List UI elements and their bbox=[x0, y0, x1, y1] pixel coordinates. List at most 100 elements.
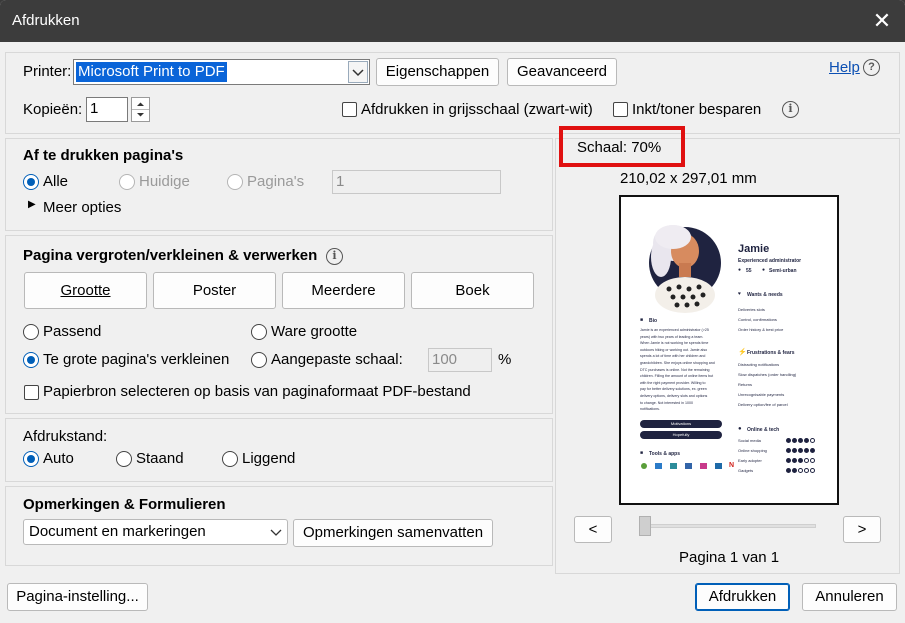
orientation-landscape-radio[interactable] bbox=[222, 451, 238, 467]
actual-size-label: Ware grootte bbox=[271, 323, 358, 340]
rating-label: Social media bbox=[738, 438, 761, 443]
poster-button[interactable]: Poster bbox=[153, 272, 276, 309]
fit-radio[interactable] bbox=[23, 324, 39, 340]
bio-line: grandchildren. She enjoys online shoppin… bbox=[640, 360, 715, 365]
motivations-pill: Motivations bbox=[640, 420, 722, 428]
pages-range-input[interactable]: 1 bbox=[332, 170, 501, 194]
rating-dot bbox=[810, 458, 815, 463]
chevron-down-icon[interactable] bbox=[348, 61, 368, 83]
app-icon bbox=[641, 463, 647, 469]
globe-icon: ● bbox=[738, 426, 742, 432]
bio-line: children. Filling the amount of online i… bbox=[640, 374, 714, 379]
bio-icon: ■ bbox=[640, 317, 644, 323]
rating-dot bbox=[786, 458, 791, 463]
persona-role: Experienced administrator bbox=[738, 258, 802, 264]
rating-dot bbox=[804, 458, 809, 463]
pages-current-label: Huidige bbox=[139, 173, 190, 190]
sizing-heading: Pagina vergroten/verkleinen & verwerken bbox=[23, 247, 318, 264]
rating-row: Gadgets bbox=[738, 467, 833, 477]
rating-dot bbox=[810, 468, 815, 473]
properties-button[interactable]: Eigenschappen bbox=[376, 58, 499, 86]
app-icon bbox=[685, 463, 692, 469]
app-icon bbox=[655, 463, 662, 469]
list-item: Returns bbox=[738, 382, 753, 387]
rating-label: Gadgets bbox=[738, 468, 754, 473]
printer-select[interactable]: Microsoft Print to PDF bbox=[73, 59, 370, 85]
paper-source-checkbox[interactable] bbox=[24, 385, 39, 400]
persona-name: Jamie bbox=[738, 243, 770, 255]
booklet-button[interactable]: Boek bbox=[411, 272, 534, 309]
prev-page-button[interactable]: < bbox=[574, 516, 612, 543]
grayscale-checkbox[interactable] bbox=[342, 102, 357, 117]
cancel-button[interactable]: Annuleren bbox=[802, 583, 897, 611]
orientation-auto-radio[interactable] bbox=[23, 451, 39, 467]
orientation-heading: Afdrukstand: bbox=[23, 428, 108, 445]
pages-all-radio[interactable] bbox=[23, 174, 39, 190]
orientation-auto-label: Auto bbox=[43, 450, 74, 467]
next-page-button[interactable]: > bbox=[843, 516, 881, 543]
summarize-comments-button[interactable]: Opmerkingen samenvatten bbox=[293, 519, 493, 547]
close-icon[interactable]: ✕ bbox=[865, 4, 899, 38]
pages-range-label: Pagina's bbox=[247, 173, 305, 190]
help-icon[interactable]: ? bbox=[863, 59, 880, 76]
size-button-label: Grootte bbox=[60, 282, 111, 299]
grayscale-label: Afdrukken in grijsschaal (zwart-wit) bbox=[361, 101, 593, 118]
copies-input[interactable]: 1 bbox=[86, 97, 128, 122]
app-icon bbox=[715, 463, 722, 469]
bio-line: spends a lot of time with her children a… bbox=[640, 354, 706, 359]
title-bar: Afdrukken ✕ bbox=[0, 0, 905, 42]
bio-line: notifications. bbox=[640, 407, 660, 412]
print-button[interactable]: Afdrukken bbox=[695, 583, 790, 611]
multiple-button[interactable]: Meerdere bbox=[282, 272, 405, 309]
chevron-down-icon bbox=[270, 529, 282, 536]
orientation-landscape-label: Liggend bbox=[242, 450, 296, 467]
size-button[interactable]: Grootte bbox=[24, 272, 147, 309]
bio-line: delivery options, delivery slots and opt… bbox=[640, 393, 708, 398]
info-icon[interactable]: i bbox=[782, 101, 799, 118]
save-ink-checkbox[interactable] bbox=[613, 102, 628, 117]
percent-sign: % bbox=[498, 351, 512, 368]
rating-dot bbox=[798, 468, 803, 473]
more-options-link[interactable]: Meer opties bbox=[43, 199, 121, 216]
rating-dot bbox=[798, 458, 803, 463]
rating-dot bbox=[786, 438, 791, 443]
actual-size-radio[interactable] bbox=[251, 324, 267, 340]
list-item: Slow dispatches (order handling) bbox=[738, 372, 797, 377]
rating-dot bbox=[810, 448, 815, 453]
sizing-info-icon[interactable]: i bbox=[326, 248, 343, 265]
bio-line: pay for better delivery solutions, ex. g… bbox=[640, 387, 707, 392]
print-dialog: Afdrukken ✕ Printer: Microsoft Print to … bbox=[0, 0, 905, 623]
wants-list: Deliveries slots Control, confirmations … bbox=[738, 305, 783, 335]
list-item: Unrecognisable payments bbox=[738, 392, 785, 397]
help-link[interactable]: Help bbox=[829, 59, 860, 76]
advanced-button[interactable]: Geavanceerd bbox=[507, 58, 617, 86]
pages-heading: Af te drukken pagina's bbox=[23, 147, 184, 164]
page-setup-button[interactable]: Pagina-instelling... bbox=[7, 583, 148, 611]
shrink-oversized-radio[interactable] bbox=[23, 352, 39, 368]
rating-dot bbox=[792, 448, 797, 453]
page-indicator: Pagina 1 van 1 bbox=[679, 549, 780, 566]
custom-scale-label: Aangepaste schaal: bbox=[271, 351, 403, 368]
pages-range-radio[interactable] bbox=[227, 174, 243, 190]
copies-label: Kopieën: bbox=[23, 101, 83, 118]
frustrations-list: Distracting notifications Slow dispatche… bbox=[738, 360, 796, 410]
app-icon bbox=[700, 463, 707, 469]
rating-dot bbox=[792, 438, 797, 443]
bolt-icon: ⚡ bbox=[738, 349, 747, 356]
expand-arrow-icon[interactable]: ▶ bbox=[28, 199, 36, 210]
copies-stepper[interactable] bbox=[131, 97, 150, 122]
orientation-portrait-radio[interactable] bbox=[116, 451, 132, 467]
page-slider-handle[interactable] bbox=[639, 516, 651, 536]
bio-line: DTC purchases is online. Not the remaini… bbox=[640, 367, 710, 372]
rating-dot bbox=[798, 438, 803, 443]
pages-current-radio[interactable] bbox=[119, 174, 135, 190]
rating-row: Online shopping bbox=[738, 447, 833, 457]
comments-select[interactable]: Document en markeringen bbox=[23, 519, 288, 545]
printer-label: Printer: bbox=[23, 63, 72, 80]
rating-dot bbox=[792, 458, 797, 463]
page-slider-track[interactable] bbox=[640, 524, 816, 528]
custom-scale-input[interactable]: 100 bbox=[428, 348, 492, 372]
custom-scale-radio[interactable] bbox=[251, 352, 267, 368]
rating-row: Social media bbox=[738, 437, 833, 447]
wants-title: Wants & needs bbox=[747, 292, 783, 298]
